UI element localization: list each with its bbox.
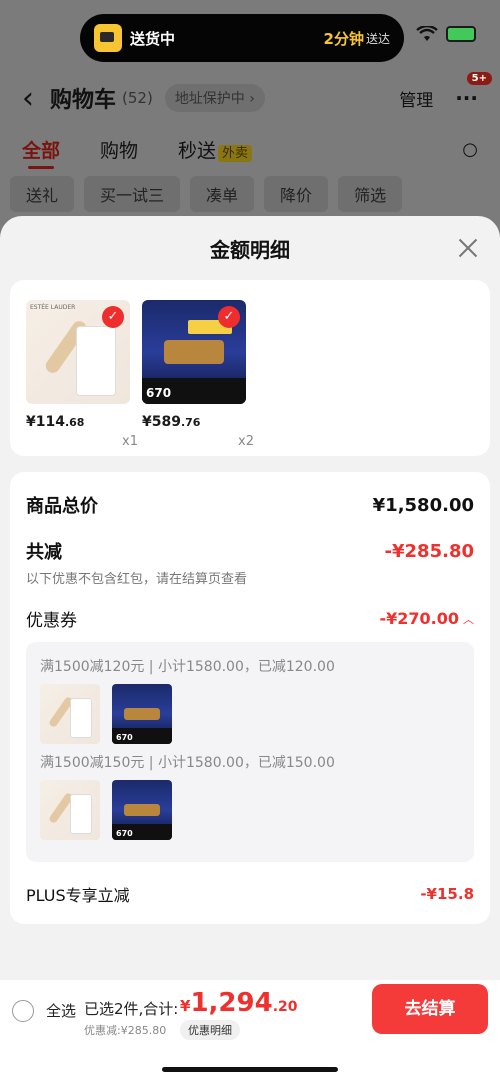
chevron-left-icon[interactable]: ‹ <box>22 81 34 116</box>
takeout-tag: 外卖 <box>218 144 253 162</box>
product-price: ¥114.68 <box>26 414 85 430</box>
product-qty: x1 <box>122 434 138 449</box>
tab-instant-label: 秒送 <box>178 139 217 162</box>
close-icon[interactable] <box>456 236 480 260</box>
address-protect-pill[interactable]: 地址保护中 › <box>164 84 265 112</box>
coupon-product-thumb: 670 <box>112 684 172 744</box>
wifi-icon <box>416 26 438 41</box>
reduce-row: 共减 -¥285.80 <box>26 538 474 564</box>
select-all-label[interactable]: 全选 <box>46 1000 76 1021</box>
grand-total: ¥1,294.20 <box>180 988 298 1018</box>
cart-count: (52) <box>122 89 153 107</box>
total-value: ¥1,580.00 <box>372 494 474 516</box>
battery-icon <box>446 26 476 42</box>
reduce-note: 以下优惠不包含红包，请在结算页查看 <box>26 572 248 587</box>
coupon-line: 满1500减150元 | 小计1580.00，已减150.00 <box>40 755 335 771</box>
delivery-truck-icon <box>94 24 122 52</box>
coupon-product-thumb: 670 <box>112 780 172 840</box>
checkout-button[interactable]: 去结算 <box>372 984 488 1034</box>
amount-detail-sheet: 金额明细 ESTÉE LAUDER ✓ ¥114.68 x1 670 ✓ ¥58… <box>0 216 500 1083</box>
chevron-up-icon[interactable]: ︿ <box>463 611 474 627</box>
tab-shopping[interactable]: 购物 <box>100 136 138 163</box>
coupon-label: 优惠券 <box>26 611 77 631</box>
selected-summary: 已选2件,合计: <box>84 1000 179 1018</box>
chip-try[interactable]: 买一试三 <box>84 176 181 212</box>
product-list-card: ESTÉE LAUDER ✓ ¥114.68 x1 670 ✓ ¥589.76 … <box>10 280 490 456</box>
discount-detail-button[interactable]: 优惠明细 <box>180 1020 240 1040</box>
product-image: ESTÉE LAUDER ✓ <box>26 300 130 404</box>
filter-chips: 送礼 买一试三 凑单 降价 筛选 <box>10 176 403 212</box>
delivery-eta-suffix: 送达 <box>365 31 390 46</box>
page-title: 购物车 <box>50 88 117 113</box>
tab-instant[interactable]: 秒送 外卖 <box>178 136 253 163</box>
coupon-line: 满1500减120元 | 小计1580.00，已减120.00 <box>40 659 335 675</box>
plus-discount-row: PLUS专享立减 -¥15.8 <box>26 882 474 906</box>
total-label: 商品总价 <box>26 496 98 517</box>
reduce-label: 共减 <box>26 542 62 563</box>
product-brand: ESTÉE LAUDER <box>30 304 76 311</box>
checked-icon[interactable]: ✓ <box>218 306 240 328</box>
cart-tabs: 全部 购物 秒送 外卖 ○ <box>0 128 500 170</box>
coupon-row[interactable]: 优惠券 -¥270.00 ︿ <box>26 606 474 631</box>
delivery-eta: 2分钟 <box>323 29 364 48</box>
coupon-product-thumb <box>40 684 100 744</box>
home-indicator <box>162 1067 338 1072</box>
chip-bundle[interactable]: 凑单 <box>190 176 255 212</box>
select-all-radio[interactable] <box>12 1000 34 1022</box>
status-bar: 送货中 2分钟 送达 <box>0 0 500 72</box>
delivery-live-activity[interactable]: 送货中 2分钟 送达 <box>80 14 404 62</box>
chip-gift[interactable]: 送礼 <box>10 176 75 212</box>
discount-summary: 优惠减:¥285.80 <box>84 1024 167 1037</box>
plus-label: PLUS专享立减 <box>26 886 130 905</box>
product-qty: x2 <box>238 434 254 449</box>
price-summary-card: 商品总价 ¥1,580.00 共减 -¥285.80 以下优惠不包含红包，请在结… <box>10 472 490 924</box>
search-icon[interactable]: ○ <box>462 139 478 160</box>
delivery-status-text: 送货中 <box>130 29 176 48</box>
tab-all[interactable]: 全部 <box>22 136 60 169</box>
product-item[interactable]: 670 ✓ ¥589.76 x2 <box>142 300 254 449</box>
product-item[interactable]: ESTÉE LAUDER ✓ ¥114.68 x1 <box>26 300 138 449</box>
total-row: 商品总价 ¥1,580.00 <box>26 492 474 518</box>
coupon-value: -¥270.00 <box>379 609 459 628</box>
coupon-product-thumb <box>40 780 100 840</box>
plus-value: -¥15.8 <box>420 885 474 903</box>
checked-icon[interactable]: ✓ <box>102 306 124 328</box>
chip-price-drop[interactable]: 降价 <box>264 176 329 212</box>
manage-button[interactable]: 管理 <box>399 86 433 111</box>
chip-filter[interactable]: 筛选 <box>338 176 403 212</box>
product-badge: 670 <box>146 386 172 400</box>
product-price: ¥589.76 <box>142 414 201 430</box>
reduce-value: -¥285.80 <box>384 540 474 562</box>
checkout-bar: 全选 已选2件,合计: ¥1,294.20 优惠减:¥285.80 优惠明细 去… <box>0 980 500 1083</box>
sheet-title: 金额明细 <box>210 238 290 262</box>
coupon-details: 满1500减120元 | 小计1580.00，已减120.00 670 满150… <box>26 642 474 862</box>
more-badge: 5+ <box>466 72 492 85</box>
product-image: 670 ✓ <box>142 300 246 404</box>
cart-header: ‹ 购物车 (52) 地址保护中 › 管理 ··· 5+ <box>0 72 500 124</box>
more-button[interactable]: ··· 5+ <box>455 72 492 110</box>
